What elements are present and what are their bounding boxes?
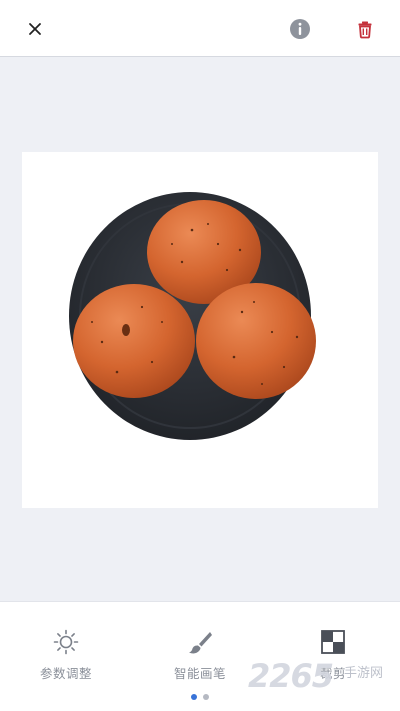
- close-button[interactable]: [20, 14, 50, 44]
- close-icon: [29, 23, 41, 35]
- info-icon: [290, 19, 310, 39]
- delete-button[interactable]: [352, 16, 378, 42]
- tool-parameter-adjust[interactable]: 参数调整: [11, 628, 121, 688]
- top-bar: [0, 0, 400, 57]
- buns-photo: [69, 192, 316, 440]
- page-dot-2[interactable]: [203, 694, 209, 700]
- page-indicator: [0, 694, 400, 702]
- info-button[interactable]: [287, 16, 313, 42]
- sun-icon: [53, 629, 79, 655]
- tool-label: 参数调整: [39, 666, 92, 681]
- tool-crop[interactable]: 裁剪: [278, 628, 388, 688]
- tool-label: 智能画笔: [173, 666, 226, 681]
- bottom-toolbar: 参数调整 智能画笔 裁剪: [0, 601, 400, 711]
- brush-icon: [189, 632, 212, 654]
- page-dot-1[interactable]: [191, 694, 197, 700]
- tool-smart-brush[interactable]: 智能画笔: [145, 628, 255, 688]
- photo-preview: [22, 152, 378, 508]
- bun-left: [73, 284, 195, 398]
- trash-icon: [358, 21, 372, 39]
- crop-icon: [321, 630, 345, 654]
- bun-right: [196, 283, 316, 399]
- tool-label: 裁剪: [319, 666, 346, 681]
